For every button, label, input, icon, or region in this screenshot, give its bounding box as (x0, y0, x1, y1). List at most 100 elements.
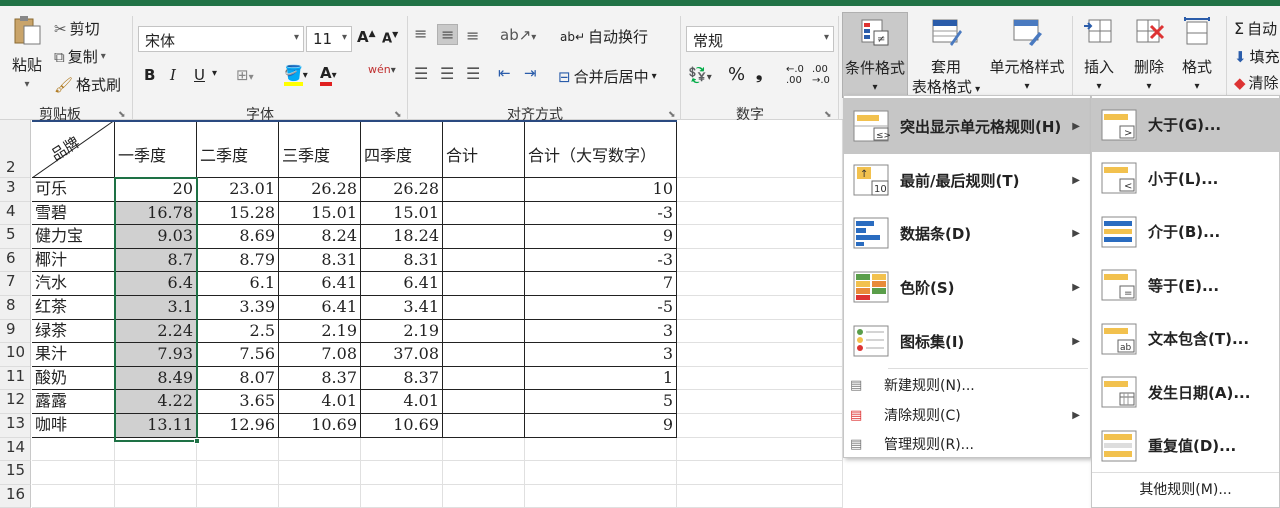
cell-q4[interactable]: 15.01 (361, 201, 443, 226)
cell-q3[interactable]: 6.41 (279, 296, 361, 320)
increase-decimal-icon[interactable]: ←.0.00 (786, 64, 808, 86)
empty-cell[interactable] (32, 484, 115, 508)
cell-big[interactable]: 3 (525, 343, 677, 367)
empty-cell[interactable] (32, 461, 115, 485)
fill-handle[interactable] (194, 438, 200, 444)
conditional-formatting-button[interactable]: ≠ 条件格式 ▾ (842, 12, 908, 98)
cell-q1[interactable]: 6.4 (115, 272, 197, 296)
submenu-item-date-occurring[interactable]: 发生日期(A)... (1092, 366, 1279, 420)
cell-q1[interactable]: 4.22 (115, 390, 197, 414)
phonetic-icon[interactable]: wén▾ (368, 64, 396, 77)
cell-q3[interactable]: 26.28 (279, 178, 361, 202)
cell-brand[interactable]: 绿茶 (32, 319, 115, 344)
row-header[interactable]: 4 (0, 201, 31, 226)
cell-sum[interactable] (443, 178, 525, 202)
fill-color-icon[interactable]: 🪣▾ (284, 64, 308, 86)
cell-q4[interactable]: 4.01 (361, 390, 443, 414)
empty-cell[interactable] (32, 437, 115, 462)
row-header[interactable]: 10 (0, 343, 31, 367)
cell-big[interactable]: -5 (525, 296, 677, 320)
submenu-item-greater-than[interactable]: > 大于(G)... (1092, 98, 1279, 152)
header-cell[interactable]: 合计 (443, 120, 525, 178)
cell-brand[interactable]: 雪碧 (32, 201, 115, 226)
cell-q4[interactable]: 6.41 (361, 272, 443, 296)
merge-center-button[interactable]: ⊟ 合并后居中 ▾ (558, 66, 657, 87)
empty-cell[interactable] (677, 437, 843, 462)
font-color-icon[interactable]: A▾ (320, 64, 337, 86)
cell-q3[interactable]: 6.41 (279, 272, 361, 296)
menu-item-clear-rules[interactable]: ▤ 清除规则(C) ▶ (844, 400, 1090, 430)
worksheet[interactable]: 2 品牌 一季度 二季度 三季度 四季度 合计 合计（大写数字） 3 可乐 20 23… (0, 120, 843, 508)
cell-sum[interactable] (443, 225, 525, 249)
decrease-decimal-icon[interactable]: .00 →.0 (812, 64, 834, 86)
cell-q1[interactable]: 3.1 (115, 296, 197, 320)
comma-style-button[interactable]: ❟ (756, 64, 762, 84)
empty-cell[interactable] (677, 461, 843, 485)
cell-q4[interactable]: 8.37 (361, 366, 443, 391)
submenu-item-duplicate-values[interactable]: 重复值(D)... (1092, 419, 1279, 473)
cell-q1[interactable]: 20 (115, 178, 197, 202)
cell-q4[interactable]: 10.69 (361, 414, 443, 438)
delete-button[interactable]: 删除 ▾ (1126, 16, 1172, 97)
menu-item-icon-sets[interactable]: 图标集(I) ▶ (844, 314, 1090, 368)
empty-cell[interactable] (197, 437, 279, 462)
cell-q1[interactable]: 16.78 (115, 201, 197, 226)
italic-button[interactable]: I (170, 66, 176, 84)
cell-brand[interactable]: 咖啡 (32, 414, 115, 438)
row-header[interactable]: 14 (0, 437, 31, 462)
empty-cell[interactable] (677, 414, 843, 438)
row-header[interactable]: 13 (0, 414, 31, 438)
empty-cell[interactable] (361, 461, 443, 485)
header-cell[interactable]: 四季度 (361, 120, 443, 178)
clipboard-launcher-icon[interactable]: ⬊ (118, 110, 126, 120)
clear-button[interactable]: ◆ 清除 (1234, 72, 1279, 93)
cell-q1[interactable]: 13.11 (115, 414, 197, 438)
cell-big[interactable]: 10 (525, 178, 677, 202)
align-middle-icon[interactable]: ≡ (437, 24, 459, 45)
row-header[interactable]: 15 (0, 461, 31, 485)
borders-icon[interactable]: ⊞▾ (236, 66, 254, 84)
merge-dropdown-icon[interactable]: ▾ (652, 71, 657, 82)
autosum-button[interactable]: Σ 自动 (1234, 18, 1277, 39)
percent-button[interactable]: % (728, 64, 745, 85)
cell-sum[interactable] (443, 343, 525, 367)
cell-q2[interactable]: 23.01 (197, 178, 279, 202)
number-format-combo[interactable]: 常规 ▾ (686, 26, 834, 52)
paste-dropdown-icon[interactable]: ▾ (6, 75, 48, 95)
cell-brand[interactable]: 露露 (32, 390, 115, 414)
menu-item-manage-rules[interactable]: ▤ 管理规则(R)... (844, 430, 1090, 458)
font-name-combo[interactable]: 宋体 ▾ (138, 26, 304, 52)
wrap-text-button[interactable]: ab↵ 自动换行 (560, 26, 648, 47)
format-as-table-button[interactable]: 套用 表格格式 ▾ (910, 16, 982, 100)
empty-cell[interactable] (525, 484, 677, 508)
cell-brand[interactable]: 红茶 (32, 296, 115, 320)
cell-big[interactable]: -3 (525, 248, 677, 273)
row-header[interactable]: 2 (0, 120, 31, 178)
align-top-icon[interactable]: ≡ (414, 24, 427, 43)
empty-cell[interactable] (443, 461, 525, 485)
cell-brand[interactable]: 酸奶 (32, 366, 115, 391)
header-cell[interactable]: 一季度 (115, 120, 197, 178)
empty-cell[interactable] (677, 484, 843, 508)
cell-sum[interactable] (443, 414, 525, 438)
header-cell[interactable]: 三季度 (279, 120, 361, 178)
cell-big[interactable]: -3 (525, 201, 677, 226)
empty-cell[interactable] (443, 437, 525, 462)
cut-button[interactable]: ✂ 剪切 (54, 18, 100, 39)
submenu-item-less-than[interactable]: < 小于(L)... (1092, 152, 1279, 206)
cell-big[interactable]: 5 (525, 390, 677, 414)
cell-q4[interactable]: 2.19 (361, 319, 443, 344)
cell-q3[interactable]: 8.24 (279, 225, 361, 249)
decrease-indent-icon[interactable]: ⇤ (498, 64, 511, 82)
cell-q4[interactable]: 26.28 (361, 178, 443, 202)
increase-font-icon[interactable]: A▲ (357, 28, 376, 46)
row-header[interactable]: 12 (0, 390, 31, 414)
bold-button[interactable]: B (144, 66, 155, 84)
cell-q2[interactable]: 8.79 (197, 248, 279, 273)
empty-cell[interactable] (443, 484, 525, 508)
underline-dropdown-icon[interactable]: ▾ (212, 68, 217, 79)
cell-q3[interactable]: 8.37 (279, 366, 361, 391)
submenu-item-equal-to[interactable]: = 等于(E)... (1092, 259, 1279, 313)
accounting-format-icon[interactable]: 💱▾ (688, 66, 712, 84)
cell-sum[interactable] (443, 366, 525, 391)
